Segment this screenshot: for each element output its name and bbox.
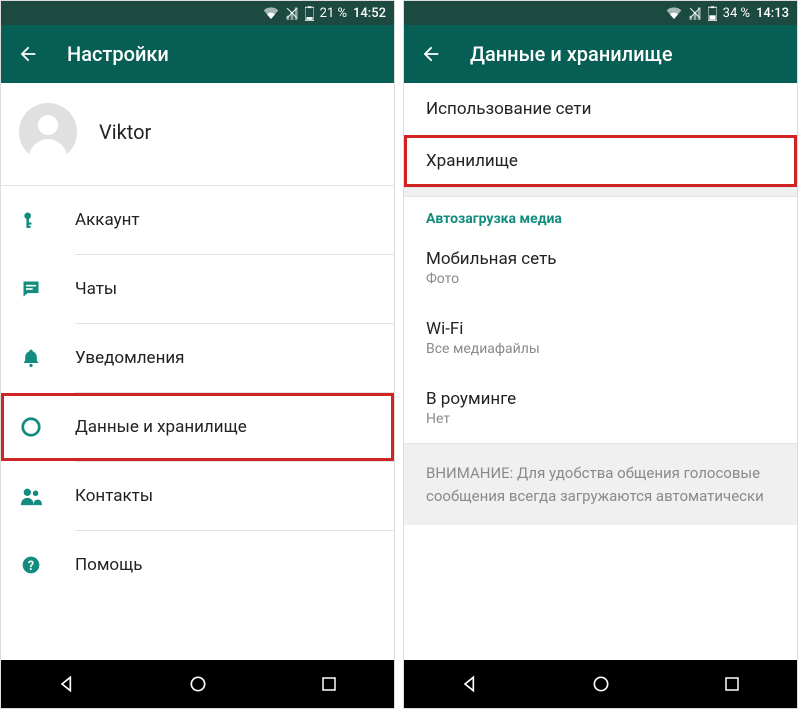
item-title: Мобильная сеть <box>426 249 775 269</box>
item-subtitle: Нет <box>426 411 775 427</box>
item-subtitle: Фото <box>426 271 775 287</box>
clock: 14:13 <box>756 6 789 21</box>
item-title: Использование сети <box>426 99 775 119</box>
nav-bar <box>404 660 797 708</box>
item-mobile[interactable]: Мобильная сеть Фото <box>404 233 797 303</box>
menu-label: Чаты <box>75 279 117 299</box>
section-gap <box>404 187 797 197</box>
nav-bar <box>1 660 394 708</box>
nav-recents-icon[interactable] <box>723 675 741 693</box>
chat-icon <box>19 277 43 301</box>
menu-label: Контакты <box>75 486 153 506</box>
battery-percent: 34 % <box>723 6 750 21</box>
status-bar: 21 % 14:52 <box>1 1 394 25</box>
bell-icon <box>19 346 43 370</box>
battery-icon <box>708 6 717 21</box>
menu-label: Данные и хранилище <box>75 417 247 437</box>
item-roaming[interactable]: В роуминге Нет <box>404 373 797 443</box>
menu-account[interactable]: Аккаунт <box>1 186 394 254</box>
item-title: Wi-Fi <box>426 319 775 339</box>
menu-chats[interactable]: Чаты <box>1 255 394 323</box>
profile-name: Viktor <box>99 120 151 144</box>
item-network-usage[interactable]: Использование сети <box>404 83 797 135</box>
nav-home-icon[interactable] <box>188 674 208 694</box>
signal-icon <box>285 6 299 20</box>
appbar-title: Настройки <box>67 42 169 66</box>
screen-settings: 21 % 14:52 Настройки Viktor Аккаунт Ч <box>0 0 395 709</box>
nav-back-icon[interactable] <box>460 674 480 694</box>
clock: 14:52 <box>353 6 386 21</box>
item-wifi[interactable]: Wi-Fi Все медиафайлы <box>404 303 797 373</box>
battery-percent: 21 % <box>320 6 347 21</box>
menu-label: Аккаунт <box>75 210 140 230</box>
item-subtitle: Все медиафайлы <box>426 341 775 357</box>
item-title: В роуминге <box>426 389 775 409</box>
appbar-title: Данные и хранилище <box>470 42 673 66</box>
screen-data-storage: 34 % 14:13 Данные и хранилище Использова… <box>403 0 798 709</box>
menu-data-storage[interactable]: Данные и хранилище <box>1 393 394 461</box>
nav-home-icon[interactable] <box>591 674 611 694</box>
nav-back-icon[interactable] <box>57 674 77 694</box>
app-bar: Данные и хранилище <box>404 25 797 83</box>
section-header-media: Автозагрузка медиа <box>404 197 797 233</box>
settings-content: Viktor Аккаунт Чаты Уведомления <box>1 83 394 660</box>
data-storage-content: Использование сети Хранилище Автозагрузк… <box>404 83 797 660</box>
signal-icon <box>688 6 702 20</box>
battery-icon <box>305 6 314 21</box>
notice-text: ВНИМАНИЕ: Для удобства общения голосовые… <box>404 443 797 525</box>
menu-label: Уведомления <box>75 348 185 368</box>
nav-recents-icon[interactable] <box>320 675 338 693</box>
contacts-icon <box>19 484 43 508</box>
back-arrow-icon[interactable] <box>420 43 442 65</box>
menu-notifications[interactable]: Уведомления <box>1 324 394 392</box>
profile-row[interactable]: Viktor <box>1 83 394 185</box>
avatar-icon <box>19 103 77 161</box>
menu-help[interactable]: ? Помощь <box>1 531 394 599</box>
data-icon <box>19 415 43 439</box>
back-arrow-icon[interactable] <box>17 43 39 65</box>
wifi-icon <box>666 7 682 19</box>
help-icon: ? <box>19 553 43 577</box>
svg-text:?: ? <box>28 559 34 574</box>
menu-contacts[interactable]: Контакты <box>1 462 394 530</box>
item-title: Хранилище <box>426 151 775 171</box>
status-bar: 34 % 14:13 <box>404 1 797 25</box>
key-icon <box>19 208 43 232</box>
menu-label: Помощь <box>75 555 142 575</box>
item-storage[interactable]: Хранилище <box>404 135 797 187</box>
app-bar: Настройки <box>1 25 394 83</box>
wifi-icon <box>263 7 279 19</box>
